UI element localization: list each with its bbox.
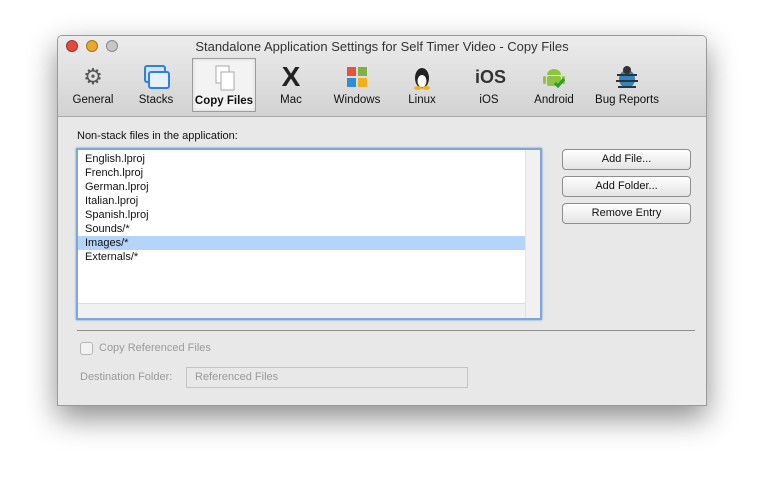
title-bar: Standalone Application Settings for Self… [58,36,706,117]
list-item[interactable]: German.lproj [78,180,540,194]
tab-windows[interactable]: Windows [325,58,389,112]
tab-label: Stacks [138,94,174,106]
tab-copy-files[interactable]: Copy Files [192,58,256,112]
linux-penguin-icon [408,63,436,91]
list-item[interactable]: French.lproj [78,166,540,180]
files-list-label: Non-stack files in the application: [77,130,238,142]
tab-label: Linux [408,94,436,106]
tab-label: General [72,94,114,106]
ios-icon: iOS [475,67,507,87]
list-item[interactable]: Externals/* [78,250,540,264]
tab-mac[interactable]: X Mac [259,58,323,112]
remove-entry-button[interactable]: Remove Entry [562,203,691,224]
destination-folder-label: Destination Folder: [80,371,173,383]
stacks-icon [142,63,170,91]
add-folder-button[interactable]: Add Folder... [562,176,691,197]
destination-folder-input[interactable]: Referenced Files [186,367,468,388]
tab-bug-reports[interactable]: Bug Reports [595,58,659,112]
list-item[interactable]: Italian.lproj [78,194,540,208]
copy-referenced-files-checkbox[interactable] [80,342,93,355]
list-item[interactable]: Spanish.lproj [78,208,540,222]
tab-label: Windows [333,94,381,106]
copy-files-icon [210,64,238,92]
list-item-selected[interactable]: Images/* [78,236,525,250]
tab-label: Mac [280,94,302,106]
list-item[interactable]: Sounds/* [78,222,540,236]
tab-stacks[interactable]: Stacks [124,58,188,112]
window-title: Standalone Application Settings for Self… [195,39,569,54]
tab-label: Android [534,94,574,106]
tab-android[interactable]: Android [522,58,586,112]
divider [77,330,695,331]
bug-icon [613,63,641,91]
mac-x-icon: X [281,61,301,92]
tab-ios[interactable]: iOS iOS [457,58,521,112]
tab-label: Copy Files [194,95,254,107]
tab-label: Bug Reports [595,94,659,106]
horizontal-scrollbar[interactable] [78,303,525,318]
list-item[interactable]: English.lproj [78,152,540,166]
gear-icon: ⚙ [83,64,103,89]
windows-icon [343,63,371,91]
vertical-scrollbar[interactable] [525,150,540,318]
add-file-button[interactable]: Add File... [562,149,691,170]
tab-linux[interactable]: Linux [390,58,454,112]
copy-referenced-files-label: Copy Referenced Files [99,342,211,354]
files-list[interactable]: English.lproj French.lproj German.lproj … [76,148,542,320]
tab-label: iOS [479,94,499,106]
settings-window: Standalone Application Settings for Self… [57,35,707,406]
tab-general[interactable]: ⚙ General [61,58,125,112]
android-icon [540,63,568,91]
